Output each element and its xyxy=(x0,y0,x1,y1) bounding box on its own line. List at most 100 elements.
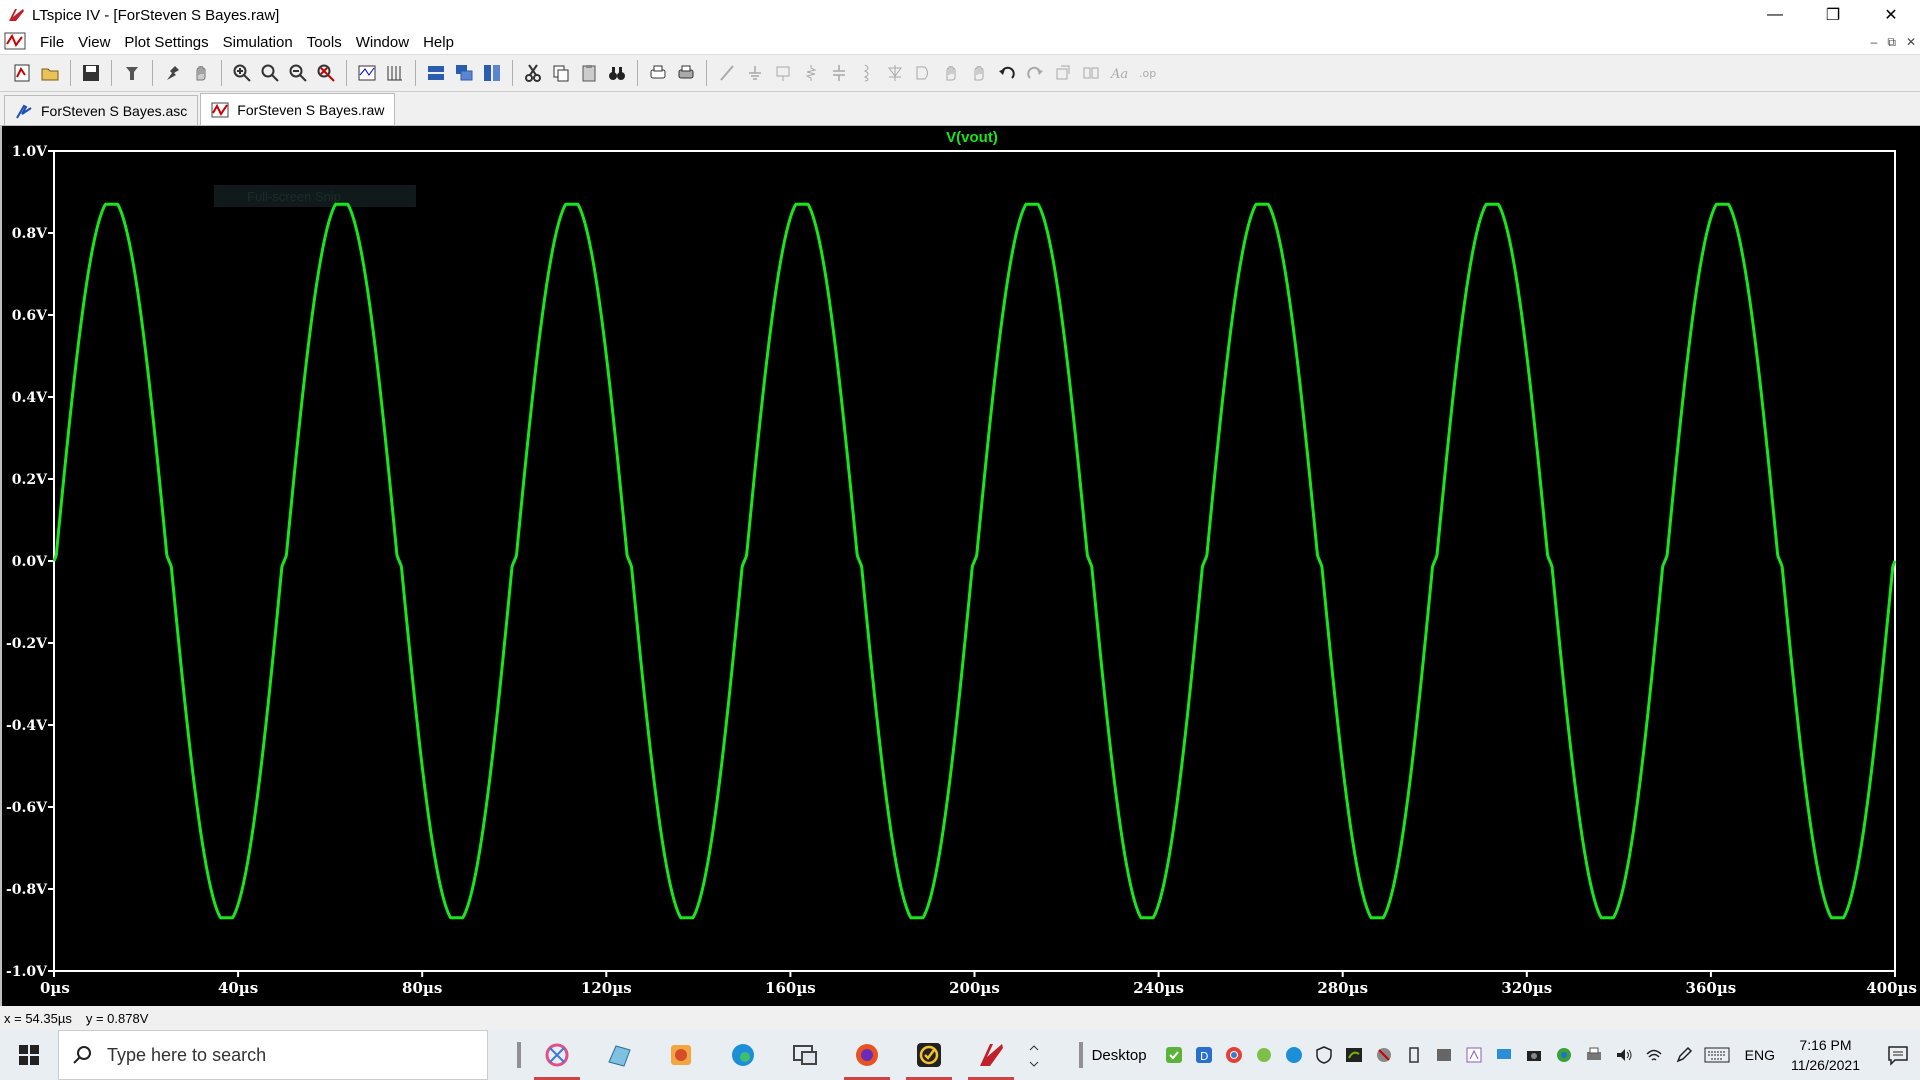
edge-tray-icon[interactable] xyxy=(1279,1030,1309,1080)
mdi-restore-button[interactable]: ⧉ xyxy=(1887,35,1896,50)
nvidia-icon[interactable] xyxy=(1339,1030,1369,1080)
mdi-close-button[interactable]: ✕ xyxy=(1906,35,1916,49)
resistor-icon[interactable] xyxy=(797,59,825,87)
open-folder-icon[interactable] xyxy=(36,59,64,87)
cut-icon[interactable] xyxy=(519,59,547,87)
waveform-icon xyxy=(211,101,229,119)
run-icon[interactable] xyxy=(159,59,187,87)
taskbar-search-box[interactable]: Type here to search xyxy=(58,1030,488,1080)
desktop-app-icon[interactable] xyxy=(588,1030,650,1080)
wifi-icon[interactable] xyxy=(1639,1030,1669,1080)
zoom-out-icon[interactable] xyxy=(284,59,312,87)
text-icon[interactable]: Aa xyxy=(1105,59,1133,87)
chrome-icon[interactable] xyxy=(1219,1030,1249,1080)
y-tick-label: -0.6V xyxy=(6,800,48,816)
remote-desktop-icon[interactable] xyxy=(774,1030,836,1080)
autorange-icon[interactable] xyxy=(353,59,381,87)
tab-waveform[interactable]: ForSteven S Bayes.raw xyxy=(200,93,396,125)
svg-text:.op: .op xyxy=(1139,67,1156,80)
paste-icon[interactable] xyxy=(575,59,603,87)
mdi-minimize-button[interactable]: – xyxy=(1871,35,1878,49)
ltspice-icon[interactable] xyxy=(960,1030,1022,1080)
move-hand-icon[interactable] xyxy=(937,59,965,87)
edge-icon[interactable] xyxy=(712,1030,774,1080)
drag-hand-icon[interactable] xyxy=(965,59,993,87)
dashlane-icon[interactable]: D xyxy=(1189,1030,1219,1080)
print-preview-icon[interactable] xyxy=(644,59,672,87)
capacitor-icon[interactable] xyxy=(825,59,853,87)
menu-file[interactable]: File xyxy=(40,34,64,51)
save-icon[interactable] xyxy=(77,59,105,87)
zoom-area-icon[interactable] xyxy=(256,59,284,87)
ltspice-logo-icon xyxy=(6,5,26,25)
menu-tools[interactable]: Tools xyxy=(307,34,342,51)
minimize-button[interactable]: — xyxy=(1746,0,1804,30)
label-net-icon[interactable] xyxy=(769,59,797,87)
component-icon[interactable] xyxy=(909,59,937,87)
document-menu-icon[interactable] xyxy=(4,32,26,52)
zoom-full-icon[interactable] xyxy=(312,59,340,87)
undo-icon[interactable] xyxy=(993,59,1021,87)
system-tray: Desktop D ENG 7:16 PM 11/26/2021 xyxy=(1076,1030,1920,1080)
printer-tray-icon[interactable] xyxy=(1579,1030,1609,1080)
camera-icon[interactable] xyxy=(1519,1030,1549,1080)
rotate-icon[interactable] xyxy=(1049,59,1077,87)
keyboard-icon[interactable] xyxy=(1699,1030,1735,1080)
new-schematic-icon[interactable] xyxy=(8,59,36,87)
waveform-plot-pane[interactable]: 1.0V 0.8V 0.6V 0.4V 0.2V 0.0V -0.2V -0.4V -0.6V -… xyxy=(0,126,1920,1006)
restore-button[interactable]: ❐ xyxy=(1804,0,1862,30)
network-app-icon[interactable] xyxy=(1369,1030,1399,1080)
firefox-icon[interactable] xyxy=(836,1030,898,1080)
snipping-tool-icon[interactable] xyxy=(526,1030,588,1080)
ground-icon[interactable] xyxy=(741,59,769,87)
control-panel-icon[interactable] xyxy=(118,59,146,87)
menu-simulation[interactable]: Simulation xyxy=(223,34,293,51)
x-tick-label: 160µs xyxy=(765,979,816,997)
clock[interactable]: 7:16 PM 11/26/2021 xyxy=(1791,1035,1860,1075)
close-button[interactable]: ✕ xyxy=(1862,0,1920,30)
menu-help[interactable]: Help xyxy=(423,34,454,51)
halt-hand-icon[interactable] xyxy=(187,59,215,87)
grid-icon[interactable] xyxy=(381,59,409,87)
start-button[interactable] xyxy=(0,1030,58,1080)
menu-view[interactable]: View xyxy=(78,34,110,51)
monitor-app-icon[interactable] xyxy=(1489,1030,1519,1080)
tile-horizontal-icon[interactable] xyxy=(422,59,450,87)
x-tick-label: 120µs xyxy=(581,979,632,997)
zoom-in-icon[interactable] xyxy=(228,59,256,87)
x-tick-label: 320µs xyxy=(1501,979,1552,997)
draw-wire-icon[interactable] xyxy=(713,59,741,87)
onenote-icon[interactable] xyxy=(1459,1030,1489,1080)
y-tick-label: -0.2V xyxy=(6,636,48,652)
redo-icon[interactable] xyxy=(1021,59,1049,87)
find-binoculars-icon[interactable] xyxy=(603,59,631,87)
desktop-toolbar-label[interactable]: Desktop xyxy=(1092,1047,1147,1064)
cascade-icon[interactable] xyxy=(450,59,478,87)
trace-label[interactable]: V(vout) xyxy=(946,129,998,146)
copy-icon[interactable] xyxy=(547,59,575,87)
paint-app-icon[interactable] xyxy=(650,1030,712,1080)
pen-icon[interactable] xyxy=(1669,1030,1699,1080)
inductor-icon[interactable] xyxy=(853,59,881,87)
tile-vertical-icon[interactable] xyxy=(478,59,506,87)
security-check-icon[interactable] xyxy=(1159,1030,1189,1080)
diode-icon[interactable] xyxy=(881,59,909,87)
volume-icon[interactable] xyxy=(1609,1030,1639,1080)
globe-sync-icon[interactable] xyxy=(1549,1030,1579,1080)
print-icon[interactable] xyxy=(672,59,700,87)
storage-icon[interactable] xyxy=(1429,1030,1459,1080)
waveform-chart[interactable]: 1.0V 0.8V 0.6V 0.4V 0.2V 0.0V -0.2V -0.4V -0.6V -… xyxy=(2,126,1920,1006)
overflow-chevron-icon[interactable] xyxy=(1022,1030,1046,1080)
menu-window[interactable]: Window xyxy=(356,34,409,51)
language-indicator[interactable]: ENG xyxy=(1745,1047,1775,1063)
search-icon xyxy=(73,1046,91,1064)
menu-plot-settings[interactable]: Plot Settings xyxy=(124,34,208,51)
spice-directive-icon[interactable]: .op xyxy=(1133,59,1161,87)
tab-schematic[interactable]: ForSteven S Bayes.asc xyxy=(4,95,199,125)
sync-icon[interactable] xyxy=(1249,1030,1279,1080)
checkmark-app-icon[interactable] xyxy=(898,1030,960,1080)
notification-center-icon[interactable] xyxy=(1876,1030,1920,1080)
usb-icon[interactable] xyxy=(1399,1030,1429,1080)
shield-icon[interactable] xyxy=(1309,1030,1339,1080)
mirror-icon[interactable] xyxy=(1077,59,1105,87)
